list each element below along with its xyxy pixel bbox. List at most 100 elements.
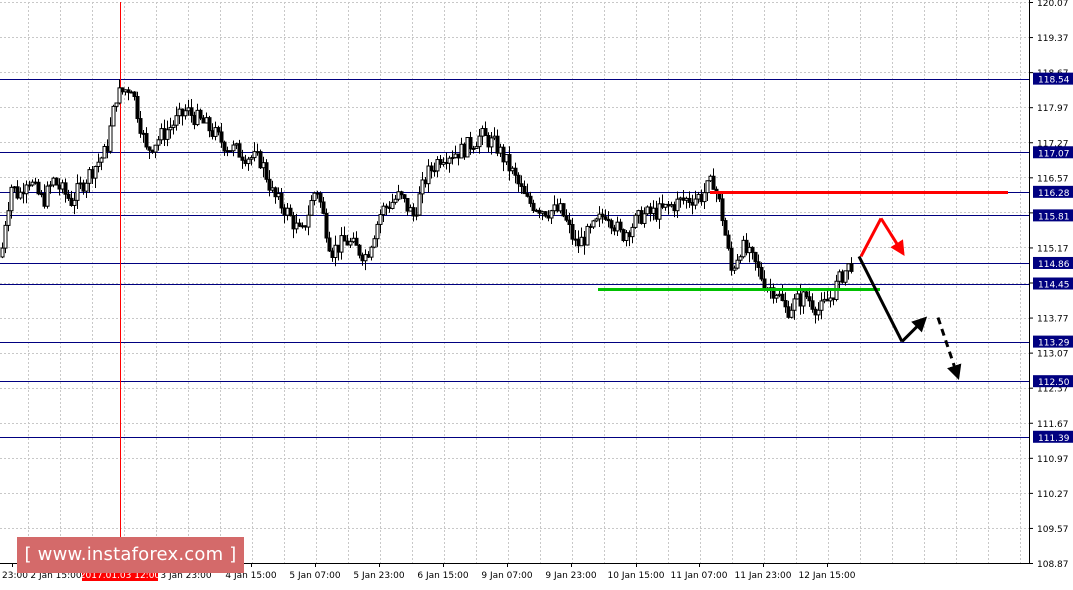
level-label: 114.86 (1038, 260, 1070, 270)
candle-up (675, 198, 680, 212)
candle-down (783, 300, 788, 308)
level-label: 116.28 (1038, 189, 1070, 199)
candle-up (738, 256, 743, 261)
candle-down (762, 278, 767, 290)
x-tick-label: 9 Jan 07:00 (481, 571, 533, 581)
y-tick-label: 110.97 (1037, 455, 1069, 465)
candle-down (54, 177, 59, 186)
level-label: 115.81 (1038, 212, 1070, 222)
candle-up (816, 309, 821, 316)
x-tick-label: 11 Jan 07:00 (671, 571, 728, 581)
candle-up (75, 183, 80, 201)
candle-down (528, 195, 533, 204)
candle-down (207, 117, 212, 132)
candle-up (156, 139, 161, 146)
candle-down (324, 212, 329, 239)
candle-up (231, 144, 236, 152)
candle-down (264, 162, 269, 180)
candle-down (483, 128, 488, 137)
candle-down (522, 185, 527, 195)
candle-up (630, 226, 635, 238)
candle-down (219, 131, 224, 143)
y-tick-label: 111.67 (1037, 420, 1069, 430)
candle-up (735, 259, 740, 269)
candle-up (348, 241, 353, 246)
candle-down (609, 220, 614, 229)
candle-down (66, 193, 71, 199)
candle-up (477, 135, 482, 148)
candle-up (705, 180, 710, 194)
candle-down (237, 143, 242, 158)
level-label: 113.29 (1038, 339, 1070, 349)
candle-down (132, 91, 137, 97)
candle-up (246, 158, 251, 165)
x-tick-label: 9 Jan 23:00 (545, 571, 597, 581)
candle-down (564, 215, 569, 221)
candle-down (804, 291, 809, 298)
candle-up (108, 125, 113, 152)
candle-down (726, 234, 731, 249)
x-tick-label: 12 Jan 15:00 (799, 571, 856, 581)
x-tick-label: 10 Jan 15:00 (608, 571, 665, 581)
candle-up (306, 214, 311, 228)
y-tick-label: 119.37 (1037, 34, 1069, 44)
candle-up (591, 220, 596, 228)
candle-down (354, 237, 359, 246)
candle-up (378, 214, 383, 225)
candle-up (93, 165, 98, 179)
candle-up (153, 144, 158, 153)
candle-down (687, 197, 692, 203)
x-tick-label: 5 Jan 07:00 (289, 571, 341, 581)
candle-up (789, 309, 794, 318)
candle-down (567, 219, 572, 226)
candle-down (318, 193, 323, 203)
candle-up (6, 210, 11, 226)
y-tick-label: 116.57 (1037, 174, 1069, 184)
candle-down (849, 263, 854, 272)
candle-down (135, 95, 140, 120)
candle-down (723, 220, 728, 236)
y-tick-label: 109.57 (1037, 525, 1069, 535)
candle-down (810, 300, 815, 310)
candle-down (513, 167, 518, 176)
candle-down (711, 175, 716, 190)
candle-down (138, 118, 143, 134)
candle-up (309, 200, 314, 216)
watermark: [ www.instaforex.com ] (17, 537, 244, 573)
y-tick-label: 117.97 (1037, 104, 1069, 114)
candle-up (843, 270, 848, 283)
candle-down (198, 109, 203, 119)
candle-down (222, 141, 227, 152)
candle-down (36, 181, 41, 195)
candle-up (633, 214, 638, 228)
candle-up (372, 238, 377, 248)
candle-up (642, 213, 647, 224)
level-label: 114.45 (1038, 281, 1070, 291)
y-tick-label: 120.07 (1037, 0, 1069, 9)
candle-down (288, 207, 293, 217)
candle-up (72, 199, 77, 206)
level-label: 111.39 (1038, 434, 1070, 444)
candle-down (402, 194, 407, 199)
candle-up (183, 110, 188, 117)
candle-up (45, 185, 50, 207)
candle-down (807, 296, 812, 302)
candle-down (531, 202, 536, 212)
candle-up (390, 201, 395, 209)
candle-down (753, 251, 758, 263)
candle-up (114, 102, 119, 107)
candle-up (99, 157, 104, 163)
candle-down (279, 193, 284, 209)
candle-up (96, 161, 101, 167)
candle-up (702, 192, 707, 203)
level-label: 118.54 (1038, 76, 1070, 86)
candle-up (111, 105, 116, 127)
y-tick-label: 113.07 (1037, 350, 1069, 360)
candle-up (9, 186, 14, 212)
candle-down (756, 261, 761, 268)
y-tick-label: 108.87 (1037, 560, 1069, 570)
price-chart[interactable]: 120.07119.37118.67117.97117.27116.57115.… (0, 0, 1073, 586)
candle-down (759, 266, 764, 280)
candle-down (144, 133, 149, 148)
candle-down (429, 165, 434, 172)
